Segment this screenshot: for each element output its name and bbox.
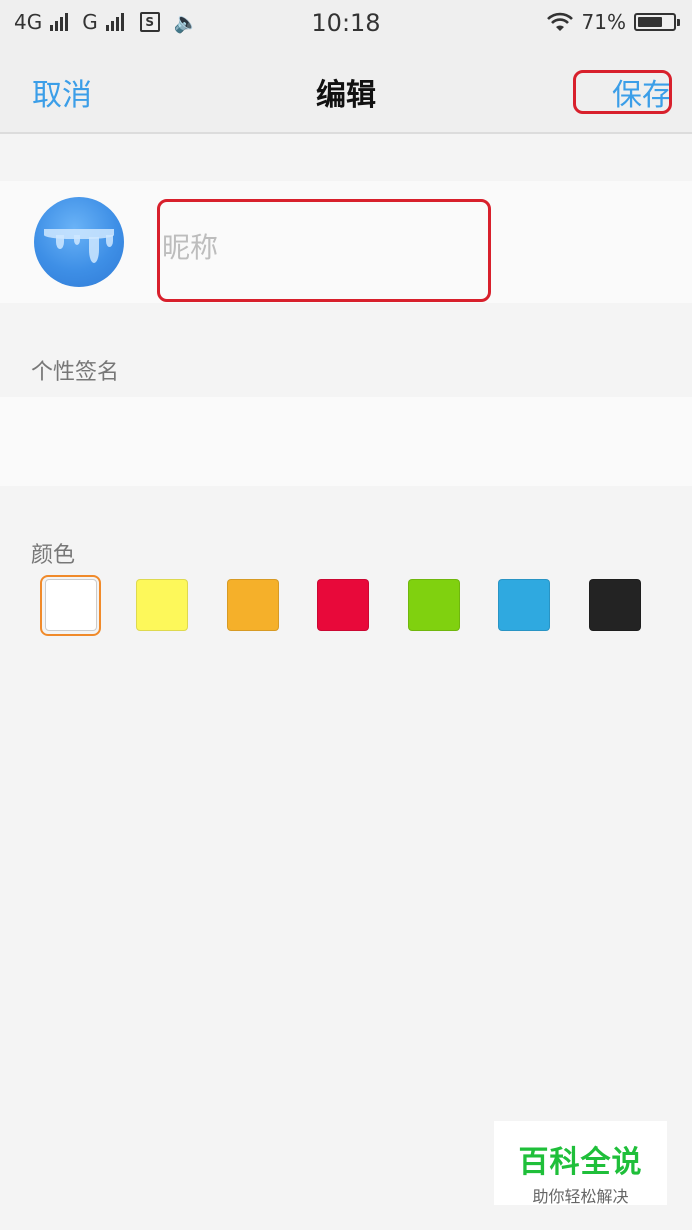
watermark-subtitle: 助你轻松解决 (532, 1187, 629, 1206)
status-right: 71% (546, 10, 680, 34)
wifi-icon (546, 12, 573, 31)
color-swatch-blue[interactable] (498, 579, 550, 631)
color-swatch-white[interactable] (45, 579, 97, 631)
avatar[interactable] (34, 197, 124, 287)
color-swatch-black[interactable] (589, 579, 641, 631)
battery-fill (638, 17, 662, 27)
signature-label: 个性签名 (31, 360, 120, 385)
signature-input[interactable] (0, 397, 692, 486)
battery-icon (634, 13, 680, 31)
color-swatch-red[interactable] (317, 579, 369, 631)
color-swatch-green[interactable] (408, 579, 460, 631)
color-swatch-orange[interactable] (227, 579, 279, 631)
color-swatch-yellow[interactable] (136, 579, 188, 631)
watermark-logo: 百科全说 助你轻松解决 (494, 1121, 667, 1206)
battery-percent: 71% (581, 10, 626, 34)
save-highlight-box (573, 70, 672, 114)
nickname-highlight-box (157, 199, 491, 302)
watermark-title: 百科全说 (518, 1145, 643, 1180)
color-label: 颜色 (31, 543, 76, 568)
status-bar: 4G G S 🔈 10:18 71% (0, 0, 692, 48)
